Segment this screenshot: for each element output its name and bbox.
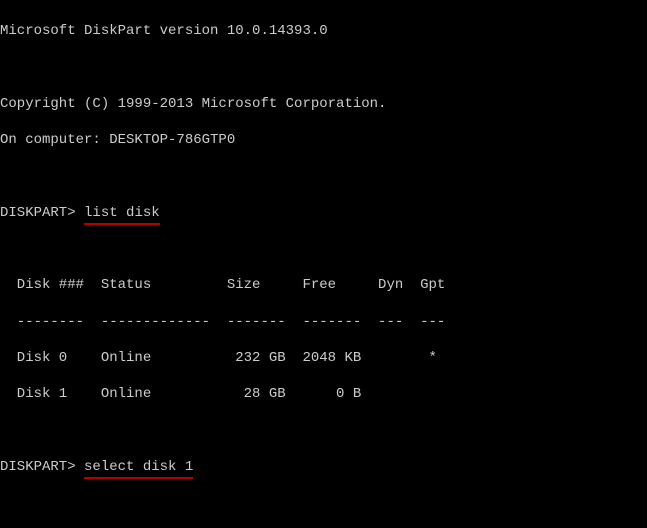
diskpart-terminal[interactable]: Microsoft DiskPart version 10.0.14393.0 … <box>0 0 647 528</box>
version-line: Microsoft DiskPart version 10.0.14393.0 <box>0 22 647 40</box>
computer-line: On computer: DESKTOP-786GTP0 <box>0 131 647 149</box>
command-text: select disk 1 <box>84 458 193 476</box>
copyright-line: Copyright (C) 1999-2013 Microsoft Corpor… <box>0 95 647 113</box>
prompt: DISKPART> <box>0 459 76 475</box>
table-separator: -------- ------------- ------- ------- -… <box>0 313 647 331</box>
cmd-select-disk: DISKPART> select disk 1 <box>0 458 647 476</box>
command-text: list disk <box>84 204 160 222</box>
table-row: Disk 1 Online 28 GB 0 B <box>0 385 647 403</box>
cmd-list-disk: DISKPART> list disk <box>0 204 647 222</box>
prompt: DISKPART> <box>0 205 76 221</box>
table-header: Disk ### Status Size Free Dyn Gpt <box>0 276 647 294</box>
table-row: Disk 0 Online 232 GB 2048 KB * <box>0 349 647 367</box>
